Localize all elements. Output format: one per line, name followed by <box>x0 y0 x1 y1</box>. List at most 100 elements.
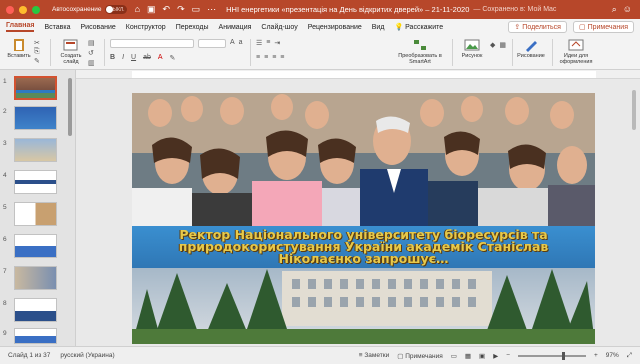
slide-thumbnail-9[interactable] <box>14 328 57 344</box>
section-icon[interactable]: ▥ <box>88 59 95 67</box>
font-name-box[interactable] <box>110 39 194 48</box>
maximize-window-button[interactable] <box>32 5 40 14</box>
tab-slideshow[interactable]: Слайд-шоу <box>261 24 297 31</box>
comments-button[interactable]: ▢ Примечания <box>572 21 634 33</box>
thumbnail-scrollbar[interactable] <box>68 78 72 136</box>
redo-icon[interactable]: ↷ <box>177 4 185 15</box>
underline-icon[interactable]: U <box>131 54 136 62</box>
tab-transitions[interactable]: Переходы <box>176 24 209 31</box>
present-icon[interactable]: ▭ <box>192 4 201 15</box>
tab-animations[interactable]: Анимация <box>219 24 252 31</box>
window-controls <box>6 5 40 14</box>
new-slide-button[interactable]: Создать слайд <box>56 38 86 65</box>
notes-label: Заметки <box>364 352 390 359</box>
copy-icon[interactable]: ⎘ <box>34 48 40 56</box>
comment-icon: ▢ <box>578 24 586 31</box>
comments-status-label: Примечания <box>405 352 443 360</box>
design-ideas-button[interactable]: Идеи для оформления <box>558 38 594 65</box>
bullets-icon[interactable]: ☰ <box>256 39 262 47</box>
font-color-icon[interactable]: A <box>158 54 163 62</box>
thumb-number: 7 <box>3 268 7 275</box>
zoom-level[interactable]: 97% <box>606 352 619 359</box>
convert-smartart-label: Преобразовать в SmartArt <box>398 53 442 65</box>
format-painter-icon[interactable]: ✎ <box>34 57 40 65</box>
paste-button[interactable]: Вставить <box>6 38 32 59</box>
convert-smartart-button[interactable]: Преобразовать в SmartArt <box>392 38 448 65</box>
zoom-slider[interactable] <box>517 351 586 360</box>
save-icon[interactable]: ▣ <box>147 4 156 15</box>
new-slide-icon <box>63 39 78 51</box>
search-icon[interactable]: ⌕ <box>612 4 617 15</box>
normal-view-icon[interactable]: ▭ <box>451 352 457 360</box>
autosave-label: Автосохранение <box>52 6 102 13</box>
align-left-icon[interactable]: ≡ <box>256 54 260 61</box>
zoom-in-icon[interactable]: + <box>594 352 598 359</box>
slide-thumbnail-5[interactable] <box>14 202 57 226</box>
shapes-icon[interactable]: ◆ <box>490 41 495 49</box>
tab-design[interactable]: Конструктор <box>126 24 166 31</box>
slide-photo <box>132 93 595 344</box>
close-window-button[interactable] <box>6 5 14 14</box>
highlight-icon[interactable]: ✎ <box>170 54 176 62</box>
slide-thumbnail-4[interactable] <box>14 170 57 194</box>
cut-icon[interactable]: ✂ <box>34 39 40 47</box>
slide-sorter-icon[interactable]: ▦ <box>465 352 471 360</box>
align-right-icon[interactable]: ≡ <box>272 54 276 61</box>
language-indicator[interactable]: русский (Украина) <box>60 352 114 359</box>
slideshow-icon[interactable]: ▶ <box>493 352 498 360</box>
reading-view-icon[interactable]: ▣ <box>479 352 485 360</box>
undo-icon[interactable]: ↶ <box>163 4 171 15</box>
canvas-scrollbar[interactable] <box>632 80 637 340</box>
autosave-toggle[interactable]: ВЫКЛ. <box>104 5 127 14</box>
share-button[interactable]: ⇪ Поделиться <box>508 21 567 33</box>
slide-thumbnail-1[interactable] <box>14 76 57 100</box>
tab-tell-me[interactable]: 💡 Расскажите <box>394 23 443 31</box>
zoom-out-icon[interactable]: − <box>506 352 510 359</box>
more-icon[interactable]: ⋯ <box>207 4 216 15</box>
tab-view[interactable]: Вид <box>372 24 385 31</box>
slide-thumbnail-6[interactable] <box>14 234 57 258</box>
tell-me-label: Расскажите <box>405 24 444 31</box>
zoom-knob[interactable] <box>561 351 565 360</box>
italic-icon[interactable]: I <box>122 54 124 62</box>
justify-icon[interactable]: ≡ <box>280 54 284 61</box>
ribbon: Вставить ✂ ⎘ ✎ Создать слайд ▤ ↺ ▥ A a B… <box>0 35 640 70</box>
strikethrough-icon[interactable]: ab <box>143 54 151 62</box>
slide-thumbnail-8[interactable] <box>14 298 57 322</box>
lightbulb-icon: 💡 <box>394 24 406 31</box>
caption-text: Ректор Національного університету біорес… <box>178 227 549 266</box>
notes-button[interactable]: ≡ Заметки <box>359 352 389 359</box>
tab-insert[interactable]: Вставка <box>44 24 70 31</box>
decrease-font-icon[interactable]: a <box>239 39 243 46</box>
quick-access-toolbar: ⌂ ▣ ↶ ↷ ▭ ⋯ <box>135 4 217 15</box>
thumb-number: 8 <box>3 300 7 307</box>
profile-icon[interactable]: ☺ <box>623 4 632 15</box>
indent-icon[interactable]: ⇥ <box>274 39 280 47</box>
tab-draw[interactable]: Рисование <box>81 24 116 31</box>
tab-home[interactable]: Главная <box>6 22 35 32</box>
drawing-label: Рисование <box>517 53 545 59</box>
comments-status-button[interactable]: ▢ Примечания <box>397 352 442 360</box>
save-status: — Сохранено в: Мой Mac <box>473 6 557 13</box>
picture-button[interactable]: Рисунок <box>458 38 486 59</box>
slide[interactable]: Ректор Національного університету біорес… <box>132 93 595 344</box>
home-icon[interactable]: ⌂ <box>135 4 140 15</box>
minimize-window-button[interactable] <box>19 5 27 14</box>
slide-thumbnail-3[interactable] <box>14 138 57 162</box>
layout-icon[interactable]: ▤ <box>88 39 95 47</box>
drawing-button[interactable]: Рисование <box>516 38 546 59</box>
align-center-icon[interactable]: ≡ <box>264 54 268 61</box>
reset-icon[interactable]: ↺ <box>88 49 95 57</box>
thumb-number: 3 <box>3 140 7 147</box>
bold-icon[interactable]: B <box>110 54 115 62</box>
tab-review[interactable]: Рецензирование <box>308 24 362 31</box>
fit-to-window-icon[interactable]: ⤢ <box>627 352 632 360</box>
numbering-icon[interactable]: ≡ <box>266 39 270 47</box>
slide-thumbnail-2[interactable] <box>14 106 57 130</box>
increase-font-icon[interactable]: A <box>230 39 235 46</box>
autosave-control[interactable]: Автосохранение ВЫКЛ. <box>52 5 127 14</box>
slide-thumbnail-7[interactable] <box>14 266 57 290</box>
arrange-icon[interactable]: ▦ <box>499 41 506 49</box>
autosave-state: ВЫКЛ. <box>109 6 125 13</box>
font-size-box[interactable] <box>198 39 226 48</box>
